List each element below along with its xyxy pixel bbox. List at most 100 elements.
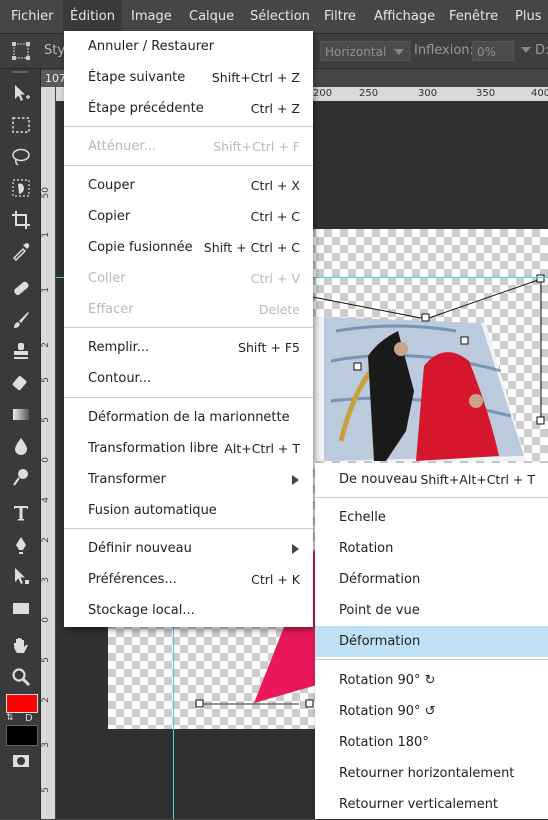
chevron-down-icon [394,49,404,55]
chevron-down-icon[interactable] [521,47,531,53]
menu-item-puppet-warp[interactable]: Déformation de la marionnette [64,402,313,433]
clone-stamp-tool-icon[interactable] [7,337,35,365]
menu-filtre[interactable]: Filtre [324,0,356,33]
menu-edition[interactable]: Édition [63,0,122,33]
zoom-tool-icon[interactable] [7,663,35,691]
menu-bar: Fichier Édition Image Calque Sélection F… [0,0,548,34]
move-tool-icon[interactable] [7,79,35,107]
ruler-tick: 2 [41,537,51,543]
ruler-tick: 2 [41,342,51,348]
menu-item-step-backward[interactable]: Étape précédente Ctrl + Z [64,93,313,124]
type-tool-icon[interactable] [7,499,35,527]
ruler-tick: 1 [41,232,51,238]
eraser-tool-icon[interactable] [7,369,35,397]
blur-tool-icon[interactable] [7,432,35,460]
inflexion-label: Inflexion: [414,43,474,58]
menu-fenetre[interactable]: Fenêtre [449,0,498,33]
ruler-tick: 200 [313,88,333,99]
ruler-tick: 400 [531,88,548,99]
warp-value: Horizontal [325,45,387,59]
menu-item-fill[interactable]: Remplir... Shift + F5 [64,332,313,363]
ruler-tick: 0 [41,457,51,463]
submenu-item-rotate-90-cw[interactable]: Rotation 90° ↻ [315,665,548,696]
menu-image[interactable]: Image [131,0,172,33]
warp-select[interactable]: Horizontal [320,41,410,61]
submenu-item-rotate-180[interactable]: Rotation 180° [315,727,548,758]
submenu-item-skew[interactable]: Déformation [315,564,548,595]
ruler-tick: 4 [41,497,51,503]
style-label: Sty [44,43,66,58]
transform-icon[interactable] [12,42,30,60]
ruler-tick: 5 [41,417,51,423]
menu-item-copy[interactable]: Copier Ctrl + C [64,201,313,232]
menu-item-clear[interactable]: Effacer Delete [64,294,313,325]
default-colors-icon[interactable]: D [25,714,33,724]
menu-separator [64,397,313,398]
menu-selection[interactable]: Sélection [250,0,310,33]
ruler-tick: 2 [41,697,51,703]
crop-tool-icon[interactable] [7,206,35,234]
edit-menu: Annuler / Restaurer Étape suivante Shift+… [64,31,313,627]
submenu-item-flip-horizontal[interactable]: Retourner horizontalement [315,758,548,789]
menu-separator [64,327,313,328]
marquee-tool-icon[interactable] [7,111,35,139]
ruler-tick: 350 [476,88,496,99]
submenu-item-perspective[interactable]: Point de vue [315,595,548,626]
menu-item-copy-merged[interactable]: Copie fusionnée Shift + Ctrl + C [64,232,313,263]
healing-brush-tool-icon[interactable] [7,274,35,302]
vertical-ruler: 50 1 1 2 5 5 0 4 2 3 0 5 2 3 5 [41,87,55,819]
ruler-tick: 3 [41,742,51,748]
path-selection-tool-icon[interactable] [7,562,35,590]
hand-tool-icon[interactable] [7,631,35,659]
menu-separator [64,126,313,127]
menu-separator [315,659,548,660]
pen-tool-icon[interactable] [7,531,35,559]
d-label: D: [535,43,548,58]
menu-affichage[interactable]: Affichage [374,0,435,33]
menu-fichier[interactable]: Fichier [11,0,54,33]
menu-item-undo-redo[interactable]: Annuler / Restaurer [64,31,313,62]
ruler-tick: 0 [41,617,51,623]
background-color-swatch[interactable] [6,725,38,746]
swap-colors-icon[interactable]: ⇅ [6,714,15,723]
menu-item-cut[interactable]: Couper Ctrl + X [64,170,313,201]
ruler-tick: 300 [418,88,438,99]
menu-item-free-transform[interactable]: Transformation libre Alt+Ctrl + T [64,433,313,464]
shape-tool-icon[interactable] [7,594,35,622]
tools-panel: ⇅ D [0,69,41,819]
menu-separator [315,497,548,498]
submenu-arrow-icon [292,475,299,485]
submenu-item-flip-vertical[interactable]: Retourner verticalement [315,789,548,820]
brush-tool-icon[interactable] [7,306,35,334]
ruler-tick: 250 [359,88,379,99]
menu-separator [64,165,313,166]
dodge-tool-icon[interactable] [7,463,35,491]
submenu-item-warp[interactable]: Déformation [315,626,548,657]
ruler-tick: 1 [41,287,51,293]
inflexion-input[interactable]: 0% [472,41,514,61]
menu-item-paste[interactable]: Coller Ctrl + V [64,263,313,294]
menu-item-preferences[interactable]: Préférences... Ctrl + K [64,564,313,595]
quick-mask-icon[interactable] [7,747,35,775]
menu-item-step-forward[interactable]: Étape suivante Shift+Ctrl + Z [64,62,313,93]
submenu-item-rotate[interactable]: Rotation [315,533,548,564]
menu-item-define-new[interactable]: Définir nouveau [64,533,313,564]
panel-grip [12,71,28,73]
menu-item-stroke[interactable]: Contour... [64,363,313,394]
menu-item-auto-blend[interactable]: Fusion automatique [64,495,313,526]
quick-selection-tool-icon[interactable] [7,174,35,202]
menu-separator [64,528,313,529]
menu-item-local-storage[interactable]: Stockage local... [64,595,313,626]
menu-calque[interactable]: Calque [189,0,234,33]
ruler-tick: 5 [41,787,51,793]
submenu-item-rotate-90-ccw[interactable]: Rotation 90° ↺ [315,696,548,727]
submenu-item-scale[interactable]: Echelle [315,502,548,533]
eyedropper-tool-icon[interactable] [7,237,35,265]
lasso-tool-icon[interactable] [7,143,35,171]
menu-item-transform[interactable]: Transformer [64,464,313,495]
submenu-item-again[interactable]: De nouveau Shift+Alt+Ctrl + T [315,464,548,495]
menu-plus[interactable]: Plus [515,0,541,33]
menu-item-fade[interactable]: Atténuer... Shift+Ctrl + F [64,131,313,162]
gradient-tool-icon[interactable] [7,400,35,428]
foreground-color-swatch[interactable] [6,694,38,713]
